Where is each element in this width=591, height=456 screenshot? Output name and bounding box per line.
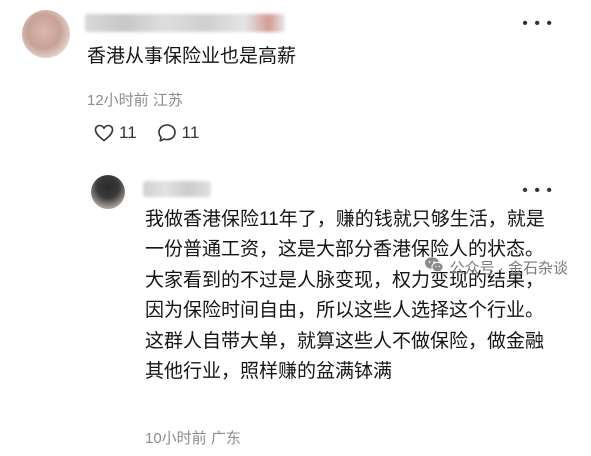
comment-time: 12小时前 (87, 92, 149, 109)
username-blurred[interactable] (85, 14, 285, 32)
comment-reply: • • • 我做香港保险11年了，赚的钱就只够生活，就是一份普通工资，这是大部分… (0, 165, 591, 456)
more-dots-icon[interactable]: • • • (522, 16, 553, 32)
reply-button[interactable]: 11 (157, 123, 200, 143)
comment-meta: 12小时前 江苏 (87, 89, 183, 110)
heart-icon (94, 124, 114, 142)
reply-text: 我做香港保险11年了，赚的钱就只够生活，就是一份普通工资，这是大部分香港保险人的… (145, 209, 545, 382)
comment-text: 香港从事保险业也是高薪 (87, 46, 297, 67)
avatar[interactable] (91, 175, 125, 209)
username-blurred[interactable] (143, 181, 211, 197)
like-button[interactable]: 11 (94, 123, 137, 143)
watermark: 公众号 · 金石杂谈 (424, 256, 568, 278)
reply-meta: 10小时前 广东 (145, 427, 241, 448)
wechat-icon (424, 256, 444, 278)
reply-location: 广东 (210, 430, 241, 447)
like-count: 11 (119, 123, 137, 142)
watermark-text: 公众号 · 金石杂谈 (449, 259, 568, 277)
speech-bubble-icon (157, 123, 177, 143)
comment-top-level: • • • 香港从事保险业也是高薪 12小时前 江苏 11 11 (0, 0, 591, 165)
more-dots-icon[interactable]: • • • (522, 183, 553, 199)
comment-actions: 11 11 (94, 123, 199, 143)
comment-location: 江苏 (152, 92, 183, 109)
reply-count: 11 (181, 123, 200, 142)
avatar[interactable] (22, 10, 70, 58)
reply-time: 10小时前 (145, 430, 207, 447)
